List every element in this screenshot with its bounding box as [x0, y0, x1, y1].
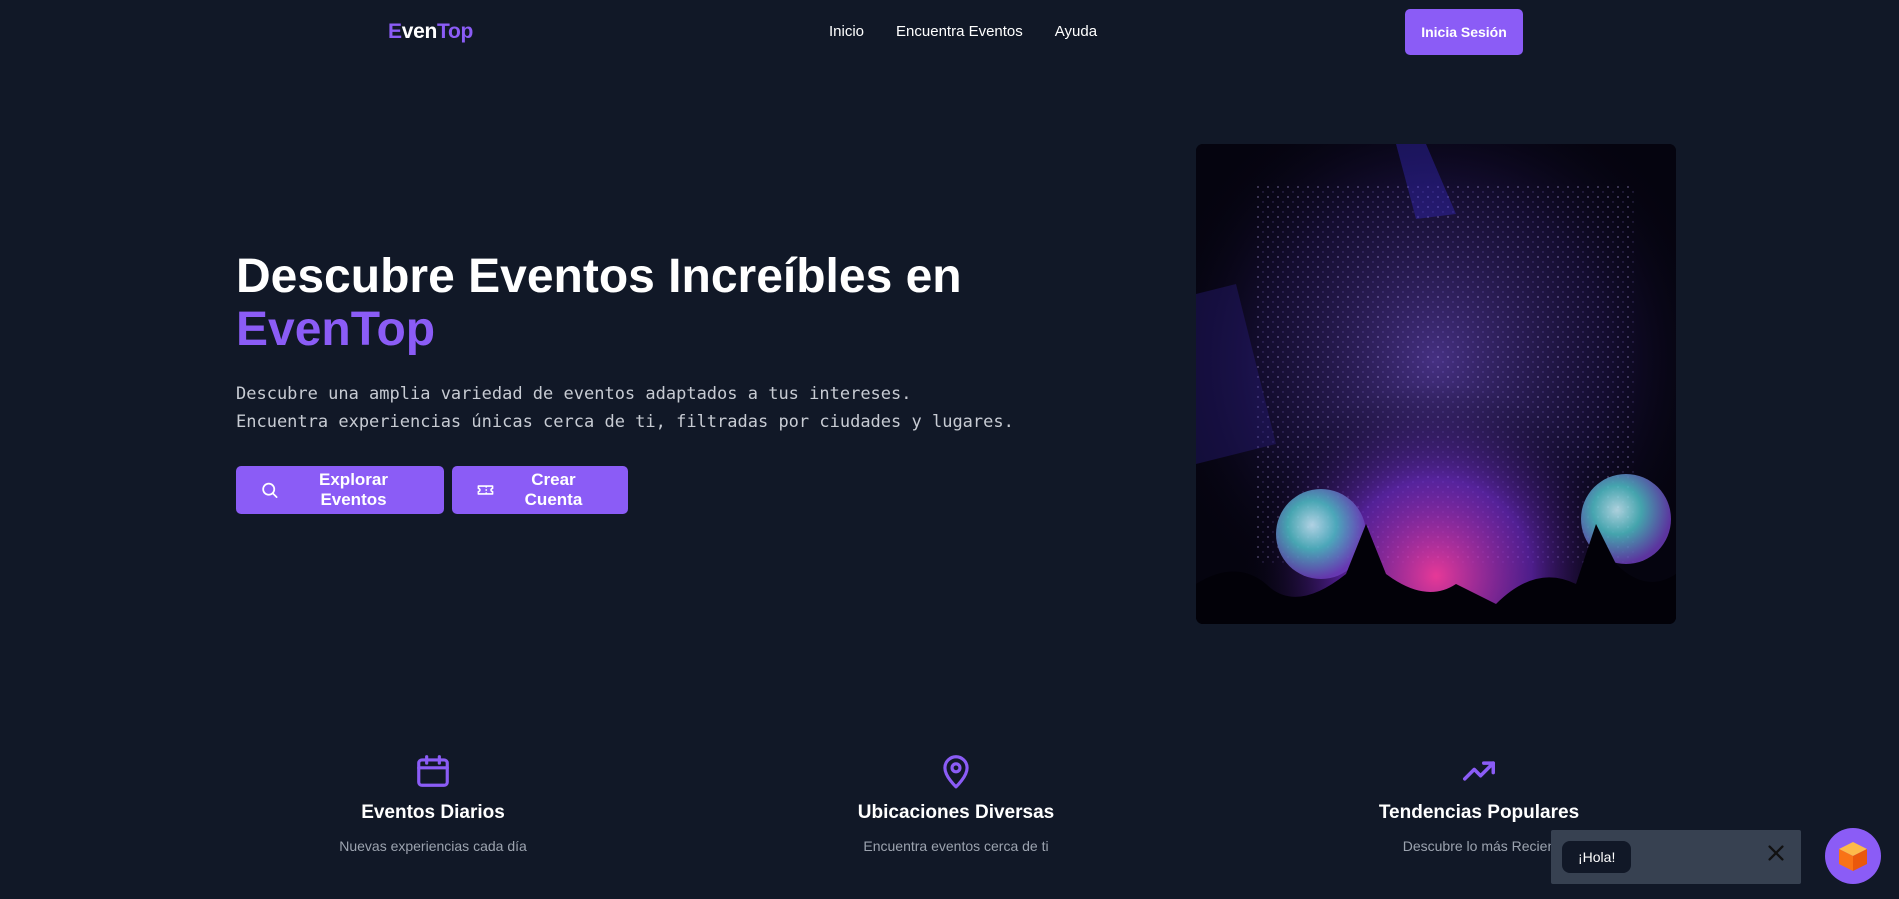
hero-description: Descubre una amplia variedad de eventos …: [236, 380, 1016, 436]
cube-icon: [1839, 842, 1867, 871]
logo-part3: Top: [437, 20, 474, 43]
hero-title: Descubre Eventos Increíbles en EvenTop: [236, 250, 962, 356]
chat-launcher-button[interactable]: [1825, 828, 1881, 884]
feature-diverse-locations: Ubicaciones Diversas Encuentra eventos c…: [806, 752, 1106, 854]
ticket-icon: [477, 485, 494, 495]
calendar-icon: [417, 755, 449, 787]
feature-daily-events: Eventos Diarios Nuevas experiencias cada…: [283, 752, 583, 854]
search-icon: [262, 482, 278, 499]
trending-up-icon: [1463, 761, 1495, 781]
nav-ayuda[interactable]: Ayuda: [1055, 23, 1097, 40]
create-account-button[interactable]: Crear Cuenta: [452, 466, 628, 514]
create-account-label: Crear Cuenta: [524, 470, 583, 509]
site-header: EvenTop Inicio Encuentra Eventos Ayuda I…: [0, 0, 1899, 64]
map-pin-icon: [943, 755, 969, 789]
chat-popup: ¡Hola!: [1551, 830, 1801, 884]
chat-greeting[interactable]: ¡Hola!: [1562, 841, 1632, 873]
nav-encuentra-eventos[interactable]: Encuentra Eventos: [896, 23, 1023, 40]
main-nav: Inicio Encuentra Eventos Ayuda: [829, 23, 1097, 40]
explore-events-button[interactable]: Explorar Eventos: [236, 466, 444, 514]
explore-events-label: Explorar Eventos: [319, 470, 388, 509]
hero-concert-image: [1196, 144, 1676, 624]
feature-title: Ubicaciones Diversas: [857, 802, 1055, 823]
feature-desc: Nuevas experiencias cada día: [339, 838, 527, 854]
feature-title: Tendencias Populares: [1378, 802, 1580, 823]
logo-part1: E: [388, 20, 402, 43]
logo[interactable]: EvenTop: [388, 20, 473, 44]
hero-title-accent: EvenTop: [236, 303, 436, 356]
login-button[interactable]: Inicia Sesión: [1405, 9, 1523, 55]
logo-part2: ven: [401, 20, 438, 43]
feature-desc: Encuentra eventos cerca de ti: [863, 838, 1049, 854]
hero-actions: Explorar Eventos Crear Cuenta: [236, 466, 628, 514]
hero-desc-line1: Descubre una amplia variedad de eventos …: [236, 384, 912, 404]
feature-title: Eventos Diarios: [361, 802, 505, 823]
nav-inicio[interactable]: Inicio: [829, 23, 864, 40]
hero-desc-line2: Encuentra experiencias únicas cerca de t…: [236, 412, 1014, 432]
hero-title-line1: Descubre Eventos Increíbles en: [236, 250, 962, 303]
close-icon[interactable]: [1765, 842, 1787, 864]
